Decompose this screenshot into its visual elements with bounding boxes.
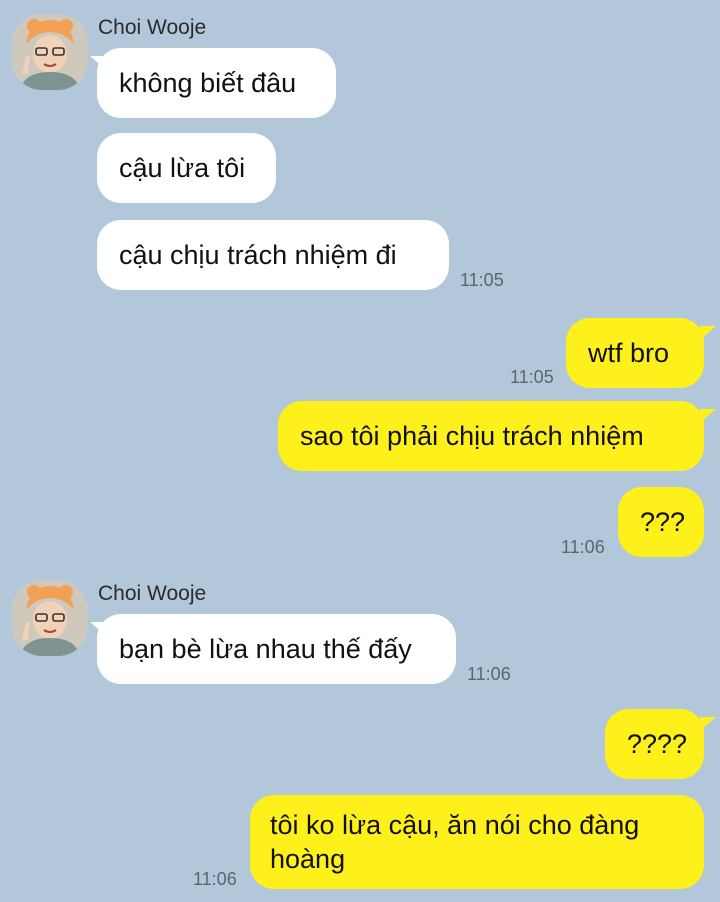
sender-name: Choi Wooje <box>98 16 207 39</box>
avatar-image <box>12 14 88 90</box>
message-text: tôi ko lừa cậu, ăn nói cho đàng hoàng <box>270 810 640 874</box>
avatar-image <box>12 580 88 656</box>
message-bubble-incoming[interactable]: bạn bè lừa nhau thế đấy <box>97 614 456 684</box>
sender-name: Choi Wooje <box>98 582 207 605</box>
message-text: không biết đâu <box>119 68 297 98</box>
message-bubble-incoming[interactable]: cậu chịu trách nhiệm đi <box>97 220 449 290</box>
message-text: ??? <box>640 507 686 537</box>
message-text: ???? <box>627 729 688 759</box>
message-bubble-outgoing[interactable]: ??? <box>618 487 704 557</box>
message-text: cậu chịu trách nhiệm đi <box>119 240 397 270</box>
message-timestamp: 11:05 <box>460 270 504 290</box>
message-timestamp: 11:05 <box>510 367 554 387</box>
message-text: sao tôi phải chịu trách nhiệm <box>300 421 644 451</box>
message-bubble-outgoing[interactable]: sao tôi phải chịu trách nhiệm <box>278 401 704 471</box>
sender-avatar[interactable] <box>12 14 88 90</box>
message-bubble-incoming[interactable]: không biết đâu <box>97 48 336 118</box>
message-timestamp: 11:06 <box>467 664 511 684</box>
sender-avatar[interactable] <box>12 580 88 656</box>
message-bubble-incoming[interactable]: cậu lừa tôi <box>97 133 276 203</box>
bubble-tail <box>700 326 716 340</box>
message-timestamp: 11:06 <box>193 869 237 889</box>
message-bubble-outgoing[interactable]: ???? <box>605 709 704 779</box>
message-bubble-outgoing[interactable]: tôi ko lừa cậu, ăn nói cho đàng hoàng <box>250 795 704 889</box>
message-text: cậu lừa tôi <box>119 153 246 183</box>
bubble-tail <box>700 409 716 423</box>
chat-area: Choi Wooje không biết đâu cậu lừa tôi cậ… <box>0 0 720 902</box>
message-bubble-outgoing[interactable]: wtf bro <box>566 318 704 388</box>
bubble-tail <box>700 717 716 731</box>
message-timestamp: 11:06 <box>561 537 605 557</box>
message-text: wtf bro <box>588 338 670 368</box>
message-text: bạn bè lừa nhau thế đấy <box>119 634 412 664</box>
